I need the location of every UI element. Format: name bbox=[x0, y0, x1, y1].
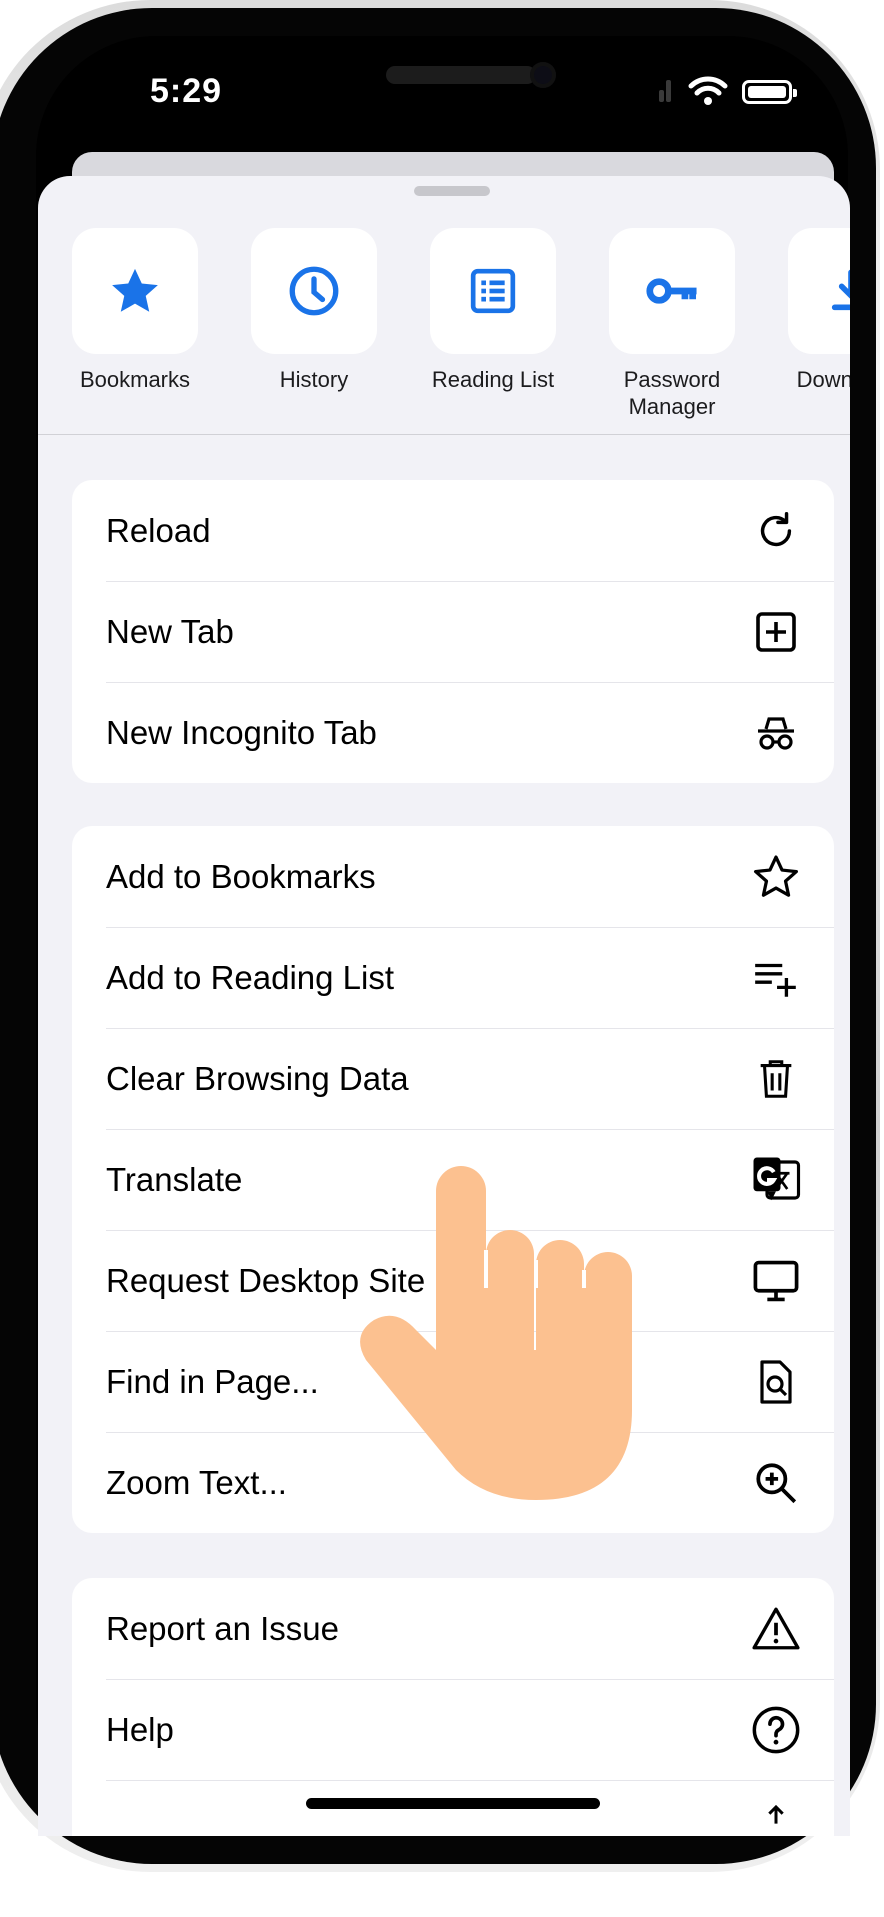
battery-icon bbox=[742, 80, 797, 104]
tile-label: History bbox=[279, 367, 349, 392]
tile-label: Password Manager bbox=[623, 367, 721, 419]
menu-item-label: Help bbox=[106, 1710, 174, 1748]
zoom-in-icon bbox=[748, 1455, 804, 1511]
wifi-icon bbox=[688, 76, 728, 105]
quick-actions-row: Bookmarks History Reading List Password … bbox=[38, 176, 850, 436]
menu-item-report-an-issue[interactable]: Report an Issue bbox=[72, 1578, 834, 1679]
share-icon bbox=[748, 1794, 804, 1836]
find-in-page-icon bbox=[748, 1354, 804, 1410]
tile-label: Downloads bbox=[796, 367, 850, 392]
warning-icon bbox=[748, 1601, 804, 1657]
menu-item-reload[interactable]: Reload bbox=[72, 480, 834, 581]
reload-icon bbox=[748, 503, 804, 559]
menu-item-label: Find in Page... bbox=[106, 1362, 319, 1400]
add-list-icon bbox=[748, 950, 804, 1006]
menu-item-add-to-bookmarks[interactable]: Add to Bookmarks bbox=[72, 826, 834, 927]
menu-item-label: Zoom Text... bbox=[106, 1463, 287, 1501]
signal-icon bbox=[659, 80, 671, 102]
menu-item-label: Reload bbox=[106, 511, 211, 549]
star-icon bbox=[112, 268, 158, 312]
menu-item-add-to-reading-list[interactable]: Add to Reading List bbox=[72, 927, 834, 1028]
key-icon bbox=[646, 278, 697, 304]
tile-reading-list[interactable]: Reading List bbox=[430, 228, 556, 393]
menu-sheet: Bookmarks History Reading List Password … bbox=[38, 176, 850, 1836]
front-camera bbox=[530, 62, 556, 88]
translate-icon bbox=[748, 1152, 804, 1208]
menu-item-label: Add to Bookmarks bbox=[106, 857, 376, 895]
download-icon bbox=[831, 269, 850, 311]
trash-icon bbox=[748, 1051, 804, 1107]
new-tab-icon bbox=[748, 604, 804, 660]
list-icon bbox=[470, 268, 516, 314]
menu-group-tabs: Reload New Tab New Incognito Tab bbox=[72, 480, 834, 783]
menu-item-label: Report an Issue bbox=[106, 1609, 339, 1647]
star-outline-icon bbox=[748, 849, 804, 905]
tile-label: Reading List bbox=[431, 367, 555, 392]
home-indicator[interactable] bbox=[306, 1798, 600, 1809]
tile-history[interactable]: History bbox=[251, 228, 377, 393]
menu-item-new-tab[interactable]: New Tab bbox=[72, 581, 834, 682]
clock-icon bbox=[289, 266, 339, 316]
menu-item-help[interactable]: Help bbox=[72, 1679, 834, 1780]
menu-item-clear-browsing-data[interactable]: Clear Browsing Data bbox=[72, 1028, 834, 1129]
speaker-grille bbox=[386, 66, 536, 84]
menu-item-label: New Tab bbox=[106, 612, 234, 650]
incognito-icon bbox=[748, 705, 804, 761]
desktop-icon bbox=[748, 1253, 804, 1309]
menu-item-label: New Incognito Tab bbox=[106, 713, 377, 751]
menu-item-label: Add to Reading List bbox=[106, 958, 395, 996]
menu-item-label: Clear Browsing Data bbox=[106, 1059, 409, 1097]
menu-item-new-incognito-tab[interactable]: New Incognito Tab bbox=[72, 682, 834, 783]
menu-item-label: Translate bbox=[106, 1160, 243, 1198]
tap-hand-icon bbox=[360, 1166, 632, 1500]
status-time: 5:29 bbox=[150, 72, 223, 110]
divider bbox=[38, 434, 850, 435]
tile-downloads[interactable]: Downloads bbox=[788, 228, 850, 393]
tile-label: Bookmarks bbox=[79, 367, 191, 392]
help-icon bbox=[748, 1702, 804, 1758]
tile-bookmarks[interactable]: Bookmarks bbox=[72, 228, 198, 393]
tile-password-manager[interactable]: Password Manager bbox=[609, 228, 735, 420]
